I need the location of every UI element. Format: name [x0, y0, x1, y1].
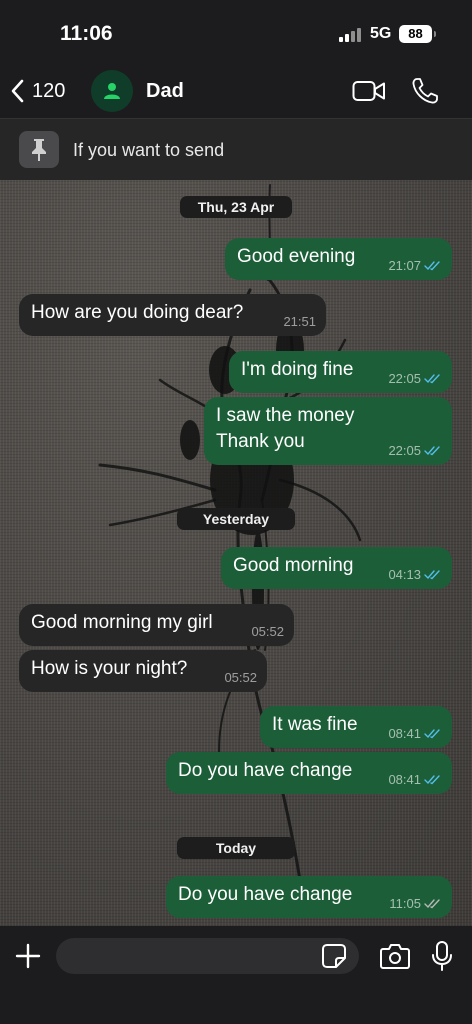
message-meta: 04:13	[388, 568, 442, 582]
status-bar: 11:06 5G 88	[0, 0, 472, 64]
message-text: Good morning my girl	[31, 612, 213, 633]
message-bubble-outgoing[interactable]: I saw the money Thank you 22:05	[204, 397, 452, 465]
message-bubble-outgoing[interactable]: Do you have change 08:41	[166, 752, 452, 794]
back-chevron-icon	[11, 79, 24, 103]
avatar[interactable]	[91, 70, 133, 112]
read-ticks-icon	[424, 570, 440, 580]
message-meta: 08:41	[388, 727, 442, 741]
message-meta: 05:52	[224, 671, 257, 685]
camera-icon[interactable]	[380, 943, 410, 969]
message-time: 05:52	[224, 670, 257, 685]
composer-bar	[0, 926, 472, 1024]
message-bubble-outgoing[interactable]: Good evening 21:07	[225, 238, 452, 280]
person-icon	[104, 83, 120, 99]
message-meta: 21:51	[283, 315, 316, 329]
sticker-icon[interactable]	[321, 943, 347, 969]
message-text: How are you doing dear?	[31, 302, 244, 323]
message-text: Good evening	[237, 246, 356, 267]
message-text: Do you have change	[178, 760, 353, 781]
message-text: How is your night?	[31, 658, 188, 679]
read-ticks-icon	[424, 775, 440, 785]
mic-icon[interactable]	[431, 941, 453, 971]
chat-header: 120 Dad	[0, 64, 472, 118]
message-text: It was fine	[272, 714, 358, 735]
message-meta: 22:05	[388, 372, 442, 386]
message-text-line: I saw the money	[216, 405, 355, 426]
battery-icon: 88	[399, 25, 436, 43]
date-separator: Thu, 23 Apr	[180, 196, 292, 218]
message-bubble-outgoing[interactable]: I'm doing fine 22:05	[229, 351, 452, 393]
network-label: 5G	[370, 25, 392, 42]
message-meta: 21:07	[388, 259, 442, 273]
read-ticks-icon	[424, 261, 440, 271]
date-separator: Yesterday	[177, 508, 295, 530]
read-ticks-icon	[424, 729, 440, 739]
message-meta: 05:52	[251, 625, 284, 639]
message-bubble-incoming[interactable]: How is your night? 05:52	[19, 650, 267, 692]
back-button[interactable]: 120	[10, 78, 65, 104]
message-bubble-outgoing[interactable]: Good morning 04:13	[221, 547, 452, 589]
message-bubble-outgoing[interactable]: Do you have change 11:05	[166, 876, 452, 918]
message-time: 05:52	[251, 624, 284, 639]
status-time: 11:06	[60, 22, 113, 45]
video-icon[interactable]	[352, 79, 386, 103]
message-text: Do you have change	[178, 884, 353, 905]
message-text: I'm doing fine	[241, 359, 354, 380]
read-ticks-icon	[424, 446, 440, 456]
message-input[interactable]	[56, 938, 359, 974]
message-meta: 11:05	[389, 897, 442, 911]
read-ticks-icon	[424, 374, 440, 384]
signal-icon	[339, 28, 363, 42]
message-time: 22:05	[388, 371, 421, 386]
message-time: 08:41	[388, 726, 421, 741]
phone-icon[interactable]	[411, 77, 439, 105]
message-meta: 22:05	[388, 444, 442, 458]
message-time: 21:07	[388, 258, 421, 273]
message-time: 04:13	[388, 567, 421, 582]
message-bubble-incoming[interactable]: Good morning my girl 05:52	[19, 604, 294, 646]
pinned-message-text: If you want to send	[73, 140, 225, 160]
message-time: 21:51	[283, 314, 316, 329]
message-time: 22:05	[388, 443, 421, 458]
message-text: Good morning	[233, 555, 354, 576]
message-time: 11:05	[389, 896, 421, 911]
pinned-message-bar[interactable]: If you want to send	[0, 118, 472, 180]
message-time: 08:41	[388, 772, 421, 787]
message-bubble-outgoing[interactable]: It was fine 08:41	[260, 706, 452, 748]
message-bubble-incoming[interactable]: How are you doing dear? 21:51	[19, 294, 326, 336]
date-separator: Today	[177, 837, 295, 859]
back-count: 120	[32, 79, 66, 102]
contact-name[interactable]: Dad	[146, 80, 184, 103]
pin-icon	[19, 131, 59, 168]
message-meta: 08:41	[388, 773, 442, 787]
delivered-ticks-icon	[424, 899, 440, 909]
plus-icon[interactable]	[14, 942, 42, 970]
